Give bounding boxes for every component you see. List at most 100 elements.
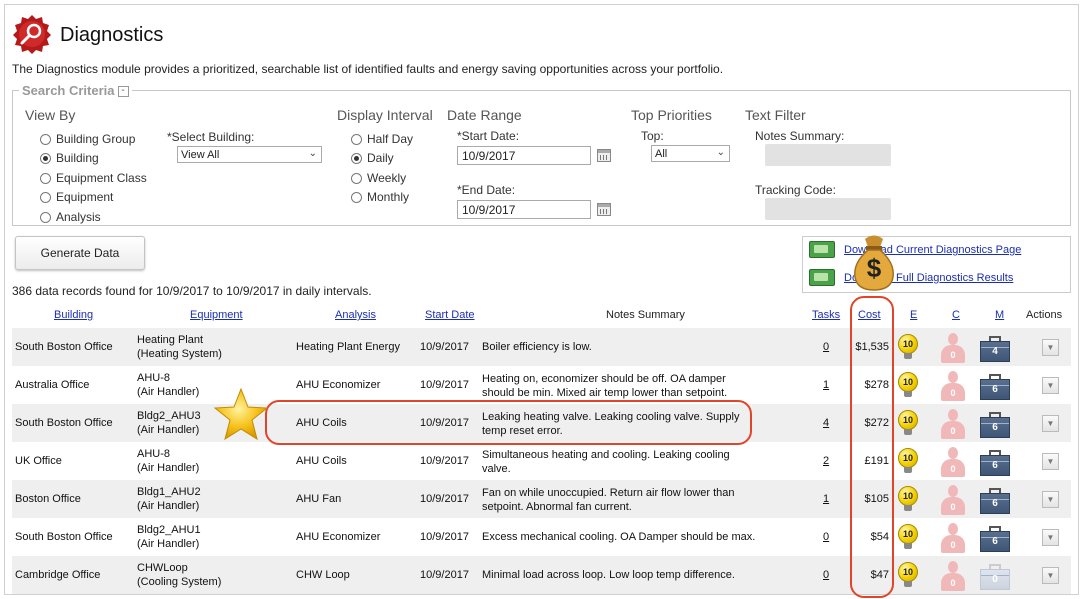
col-header-building[interactable]: Building: [54, 309, 93, 321]
person-head: [948, 447, 958, 459]
table-row[interactable]: South Boston Office Bldg2_AHU1 (Air Handle…: [12, 518, 1071, 556]
cell-notes-line1: Minimal load across loop. Low loop temp …: [482, 569, 735, 581]
bulb-base: [904, 581, 912, 587]
cell-start-date: 10/9/2017: [420, 455, 469, 467]
radio-equipment-class[interactable]: Equipment Class: [40, 171, 147, 185]
cell-tasks-link[interactable]: 0: [823, 531, 829, 544]
col-header-maintenance[interactable]: M: [995, 309, 1004, 321]
comfort-person-icon[interactable]: 0: [939, 332, 967, 364]
cell-building: South Boston Office: [15, 341, 113, 353]
display-interval-label: Display Interval: [337, 107, 433, 123]
comfort-person-icon[interactable]: 0: [939, 370, 967, 402]
energy-bulb-icon[interactable]: 10: [897, 334, 919, 360]
cell-building: South Boston Office: [15, 417, 113, 429]
energy-bulb-icon[interactable]: 10: [897, 372, 919, 398]
radio-analysis[interactable]: Analysis: [40, 210, 101, 224]
radio-building-group[interactable]: Building Group: [40, 132, 135, 146]
actions-dropdown[interactable]: ▼: [1042, 377, 1059, 394]
radio-dot: [351, 172, 362, 184]
energy-bulb-icon[interactable]: 10: [897, 448, 919, 474]
cell-equipment-type: (Air Handler): [137, 424, 200, 436]
actions-dropdown[interactable]: ▼: [1042, 567, 1059, 584]
radio-equipment[interactable]: Equipment: [40, 190, 113, 204]
page-title: Diagnostics: [60, 24, 164, 46]
collapse-toggle-button[interactable]: -: [117, 86, 129, 98]
maintenance-toolbox-icon[interactable]: 6: [980, 374, 1010, 400]
comfort-priority: 0: [950, 388, 956, 398]
comfort-person-icon[interactable]: 0: [939, 560, 967, 592]
start-date-input[interactable]: 10/9/2017: [457, 146, 591, 165]
radio-daily[interactable]: Daily: [351, 151, 394, 165]
col-header-comfort[interactable]: C: [952, 309, 960, 321]
cell-equipment-name: AHU-8: [137, 372, 171, 384]
cell-tasks-link[interactable]: 1: [823, 379, 829, 392]
cell-tasks-link[interactable]: 0: [823, 341, 829, 354]
maintenance-toolbox-icon[interactable]: 6: [980, 526, 1010, 552]
view-by-label: View By: [25, 107, 76, 123]
download-excel-icon[interactable]: [809, 269, 835, 286]
cell-tasks-link[interactable]: 1: [823, 493, 829, 506]
cell-analysis: AHU Fan: [296, 493, 342, 505]
cell-tasks-link[interactable]: 0: [823, 569, 829, 582]
comfort-priority: 0: [950, 578, 956, 588]
maintenance-toolbox-icon[interactable]: 6: [980, 450, 1010, 476]
maintenance-toolbox-icon[interactable]: 6: [980, 488, 1010, 514]
download-excel-icon[interactable]: [809, 241, 835, 258]
radio-half-day[interactable]: Half Day: [351, 132, 413, 146]
comfort-person-icon[interactable]: 0: [939, 408, 967, 440]
energy-bulb-icon[interactable]: 10: [897, 486, 919, 512]
comfort-person-icon[interactable]: 0: [939, 446, 967, 478]
actions-dropdown[interactable]: ▼: [1042, 453, 1059, 470]
comfort-person-icon[interactable]: 0: [939, 522, 967, 554]
cell-notes-line2: valve.: [482, 463, 511, 475]
energy-priority: 10: [898, 486, 918, 506]
tracking-code-label: Tracking Code:: [755, 183, 836, 197]
select-building-dropdown[interactable]: View All ⌄: [177, 146, 322, 163]
comfort-priority: 0: [950, 350, 956, 360]
col-header-analysis[interactable]: Analysis: [335, 309, 376, 321]
actions-dropdown[interactable]: ▼: [1042, 415, 1059, 432]
generate-data-button[interactable]: Generate Data: [15, 236, 145, 270]
end-date-input[interactable]: 10/9/2017: [457, 200, 591, 219]
table-row[interactable]: South Boston Office Heating Plant (Heating…: [12, 328, 1071, 366]
actions-dropdown[interactable]: ▼: [1042, 491, 1059, 508]
col-header-start-date[interactable]: Start Date: [425, 309, 475, 321]
maintenance-priority: 6: [992, 536, 998, 547]
notes-summary-input[interactable]: [765, 144, 891, 166]
maintenance-toolbox-icon[interactable]: 6: [980, 412, 1010, 438]
radio-monthly[interactable]: Monthly: [351, 190, 409, 204]
col-header-energy[interactable]: E: [910, 309, 917, 321]
calendar-icon[interactable]: [597, 203, 611, 216]
radio-weekly[interactable]: Weekly: [351, 171, 406, 185]
cell-tasks-link[interactable]: 2: [823, 455, 829, 468]
col-header-tasks[interactable]: Tasks: [812, 309, 840, 321]
energy-bulb-icon[interactable]: 10: [897, 524, 919, 550]
energy-bulb-icon[interactable]: 10: [897, 562, 919, 588]
cell-equipment-type: (Air Handler): [137, 538, 200, 550]
table-row[interactable]: Boston Office Bldg1_AHU2 (Air Handler) AHU …: [12, 480, 1071, 518]
radio-building[interactable]: Building: [40, 151, 99, 165]
comfort-person-icon[interactable]: 0: [939, 484, 967, 516]
table-row[interactable]: UK Office AHU-8 (Air Handler) AHU Coils 10/9…: [12, 442, 1071, 480]
maintenance-toolbox-icon[interactable]: 4: [980, 336, 1010, 362]
radio-dot: [351, 191, 362, 203]
cell-notes-line1: Heating on, economizer should be off. OA…: [482, 373, 726, 385]
cell-tasks-link[interactable]: 4: [823, 417, 829, 430]
bulb-base: [904, 353, 912, 359]
actions-dropdown[interactable]: ▼: [1042, 339, 1059, 356]
col-header-notes-summary: Notes Summary: [606, 309, 685, 321]
top-dropdown[interactable]: All ⌄: [651, 145, 730, 162]
actions-dropdown[interactable]: ▼: [1042, 529, 1059, 546]
calendar-icon[interactable]: [597, 149, 611, 162]
table-row[interactable]: Cambridge Office CHWLoop (Cooling System) C…: [12, 556, 1071, 594]
col-header-equipment[interactable]: Equipment: [190, 309, 243, 321]
cell-equipment-name: AHU-8: [137, 448, 171, 460]
maintenance-toolbox-icon[interactable]: 0: [980, 564, 1010, 590]
table-row[interactable]: Australia Office AHU-8 (Air Handler) AHU Ec…: [12, 366, 1071, 404]
energy-bulb-icon[interactable]: 10: [897, 410, 919, 436]
cell-building: Cambridge Office: [15, 569, 101, 581]
tracking-code-input[interactable]: [765, 198, 891, 220]
person-head: [948, 485, 958, 497]
bulb-base: [904, 391, 912, 397]
maintenance-priority: 6: [992, 422, 998, 433]
